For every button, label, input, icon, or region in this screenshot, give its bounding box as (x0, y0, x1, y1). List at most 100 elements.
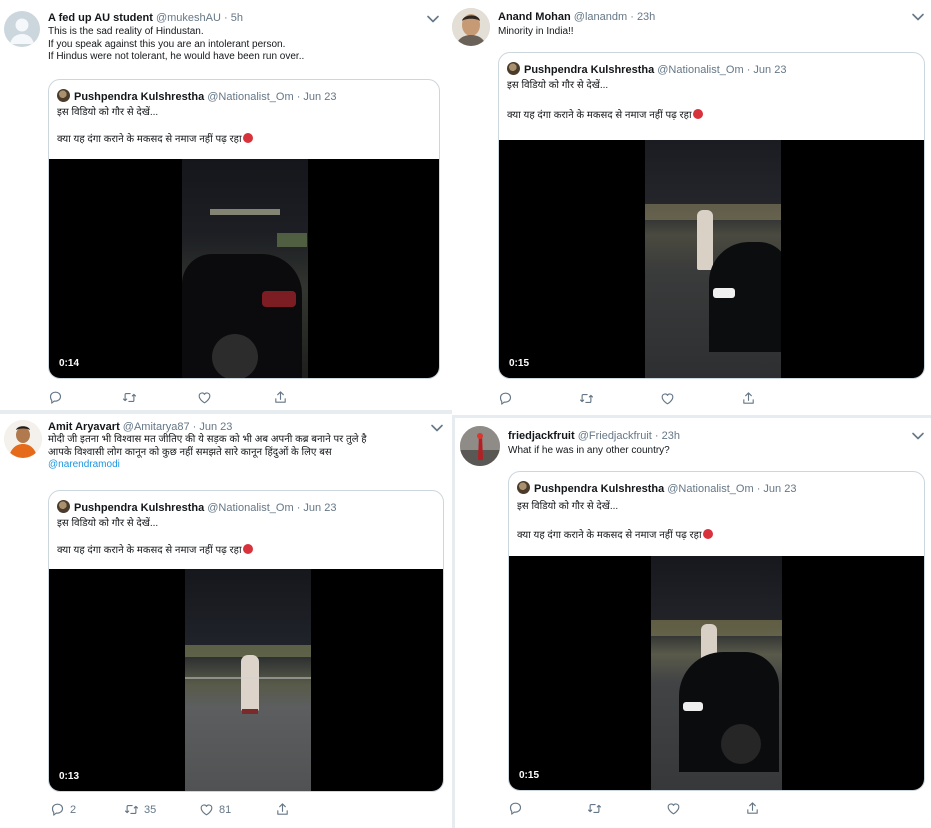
author-name[interactable]: Amit Aryavart (48, 421, 120, 433)
video-duration: 0:15 (505, 357, 534, 370)
retweet-icon (124, 802, 139, 817)
tweet-card[interactable]: Anand Mohan @lanandm · 23h Minority in I… (452, 0, 931, 415)
author-name[interactable]: Anand Mohan (498, 11, 571, 23)
video-duration: 0:13 (55, 770, 84, 783)
quoted-author-name: Pushpendra Kulshrestha (524, 64, 655, 76)
retweet-button[interactable] (579, 391, 599, 406)
author-handle[interactable]: @mukeshAU (156, 12, 221, 24)
quoted-text-line: क्या यह दंगा कराने के मकसद से नमाज नहीं … (517, 530, 702, 541)
quoted-tweet[interactable]: Pushpendra Kulshrestha @Nationalist_Om ·… (498, 52, 925, 379)
author-handle[interactable]: @Friedjackfruit (578, 430, 652, 442)
avatar[interactable] (460, 426, 500, 466)
share-button[interactable] (273, 390, 288, 405)
author-handle[interactable]: @Amitarya87 (123, 421, 190, 433)
share-icon (741, 391, 756, 406)
retweet-button[interactable]: 35 (124, 802, 156, 817)
like-button[interactable]: 81 (199, 802, 231, 817)
tweet-card[interactable]: Amit Aryavart @Amitarya87 · Jun 23 मोदी … (0, 414, 452, 828)
like-button[interactable] (660, 391, 680, 406)
video-thumbnail (651, 556, 782, 790)
quoted-avatar (57, 89, 70, 102)
quoted-tweet-time: · Jun 23 (756, 483, 797, 495)
author-name[interactable]: friedjackfruit (508, 430, 575, 442)
angry-face-emoji (242, 133, 253, 143)
angry-face-emoji (702, 529, 713, 539)
video-player[interactable]: 0:15 (509, 556, 924, 790)
video-thumbnail (182, 159, 308, 378)
quoted-avatar (517, 481, 530, 494)
like-icon (666, 801, 681, 816)
tweet-text-line: What if he was in any other country? (508, 445, 670, 456)
video-thumbnail (645, 140, 781, 378)
reply-button[interactable] (498, 391, 518, 406)
avatar[interactable] (452, 8, 490, 46)
share-icon (273, 390, 288, 405)
tweet-time[interactable]: · Jun 23 (193, 421, 233, 433)
reply-icon (508, 801, 523, 816)
video-player[interactable]: 0:13 (49, 569, 443, 791)
tweet-text-line: मोदी जी इतना भी विश्वास मत जीतिए की ये स… (48, 434, 367, 445)
tweet-text-line: If you speak against this you are an int… (48, 38, 286, 50)
tweet-card[interactable]: friedjackfruit @Friedjackfruit · 23h Wha… (455, 418, 931, 828)
quoted-tweet-time: · Jun 23 (746, 64, 787, 76)
tweet-text: Minority in India!! (498, 26, 574, 39)
share-icon (275, 802, 290, 817)
tweet-text: मोदी जी इतना भी विश्वास मत जीतिए की ये स… (48, 434, 367, 472)
quoted-author-name: Pushpendra Kulshrestha (74, 91, 205, 103)
angry-face-emoji (692, 109, 703, 119)
author-name[interactable]: A fed up AU student (48, 12, 153, 24)
default-avatar[interactable] (4, 11, 40, 47)
quoted-tweet[interactable]: Pushpendra Kulshrestha @Nationalist_Om ·… (48, 79, 440, 379)
tweet-text-line: आपके विश्वासी लोग कानून को कुछ नहीं समझत… (48, 446, 332, 458)
share-button[interactable] (741, 391, 756, 406)
tweet-actions: 2 35 81 (50, 802, 442, 818)
quoted-text-line: क्या यह दंगा कराने के मकसद से नमाज नहीं … (507, 110, 692, 121)
chevron-down-icon[interactable] (430, 423, 444, 433)
tweet-time[interactable]: · 23h (655, 430, 680, 442)
mention-link[interactable]: @narendramodi (48, 459, 367, 472)
chevron-down-icon[interactable] (426, 14, 440, 24)
author-handle[interactable]: @lanandm (574, 11, 627, 23)
like-button[interactable] (666, 801, 686, 816)
quoted-author-handle: @Nationalist_Om (207, 502, 294, 514)
quoted-tweet[interactable]: Pushpendra Kulshrestha @Nationalist_Om ·… (508, 471, 925, 791)
quoted-tweet-time: · Jun 23 (296, 502, 337, 514)
share-button[interactable] (745, 801, 760, 816)
video-player[interactable]: 0:14 (49, 159, 439, 378)
tweet-time[interactable]: · 5h (224, 12, 243, 24)
reply-button[interactable] (48, 390, 68, 405)
avatar[interactable] (4, 420, 42, 458)
video-duration: 0:14 (55, 357, 84, 370)
video-duration: 0:15 (515, 769, 544, 782)
tweet-text: What if he was in any other country? (508, 445, 670, 458)
quoted-author-handle: @Nationalist_Om (657, 64, 744, 76)
reply-button[interactable]: 2 (50, 802, 76, 817)
video-player[interactable]: 0:15 (499, 140, 924, 378)
retweet-button[interactable] (587, 801, 607, 816)
tweet-text-line: This is the sad reality of Hindustan. (48, 26, 204, 37)
quoted-tweet[interactable]: Pushpendra Kulshrestha @Nationalist_Om ·… (48, 490, 444, 792)
like-button[interactable] (197, 390, 217, 405)
retweet-button[interactable] (122, 390, 142, 405)
quoted-author-name: Pushpendra Kulshrestha (534, 483, 665, 495)
quoted-avatar (507, 62, 520, 75)
share-button[interactable] (275, 802, 290, 817)
quoted-author-name: Pushpendra Kulshrestha (74, 502, 205, 514)
retweet-icon (579, 391, 594, 406)
tweet-text: This is the sad reality of Hindustan. If… (48, 26, 304, 64)
tweet-time[interactable]: · 23h (630, 11, 655, 23)
angry-face-emoji (242, 544, 253, 554)
chevron-down-icon[interactable] (911, 431, 925, 441)
quoted-text-line: इस विडियो को गौर से देखें... (57, 107, 159, 118)
reply-icon (48, 390, 63, 405)
quoted-text-line: इस विडियो को गौर से देखें... (57, 518, 159, 529)
chevron-down-icon[interactable] (911, 12, 925, 22)
quoted-text-line: इस विडियो को गौर से देखें... (507, 80, 609, 91)
quoted-text-line: क्या यह दंगा कराने के मकसद से नमाज नहीं … (57, 134, 242, 145)
reply-button[interactable] (508, 801, 528, 816)
quoted-text-line: इस विडियो को गौर से देखें... (517, 501, 619, 512)
retweet-count: 35 (144, 803, 157, 816)
video-thumbnail (185, 569, 311, 791)
tweet-card[interactable]: A fed up AU student @mukeshAU · 5h This … (0, 0, 452, 410)
quoted-tweet-time: · Jun 23 (296, 91, 337, 103)
